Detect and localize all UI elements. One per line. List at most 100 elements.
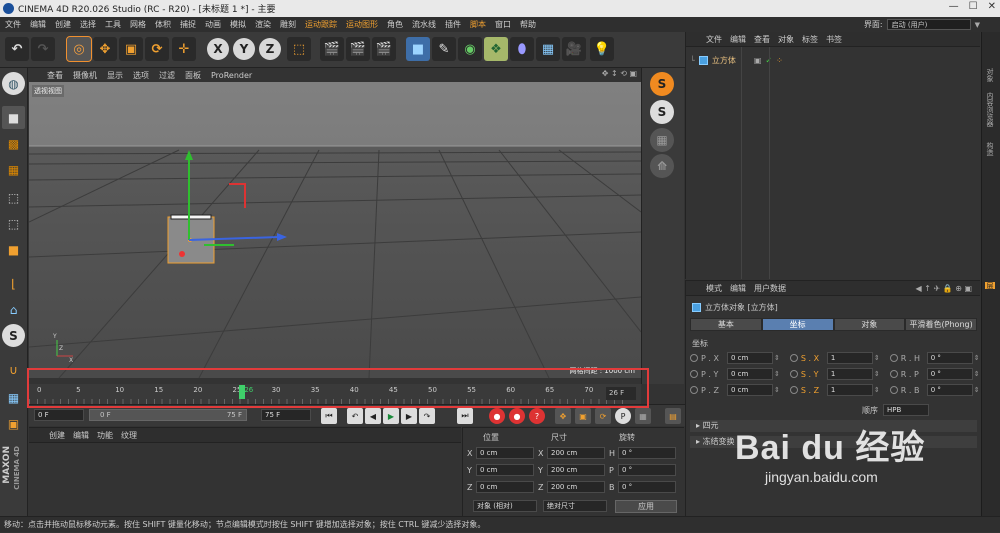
tab-structure[interactable]: 构造 [985,142,995,156]
menu-item[interactable]: 工具 [105,19,121,30]
attributes-menu-item[interactable]: 用户数据 [754,283,786,294]
render-picture-viewer-button[interactable]: 🎬 [346,37,370,61]
visibility-icon[interactable]: ▣ [754,56,762,65]
s-value-field[interactable]: 200 cm [547,464,605,476]
menu-item[interactable]: 运动图形 [346,19,378,30]
viewport-nav-icons[interactable]: ✥ ↕ ⟲ ▣ [602,69,637,78]
chevron-down-icon[interactable]: ▼ [975,21,980,29]
texture-mode-button[interactable]: ▩ [2,132,25,155]
s-value-field[interactable]: 200 cm [547,447,605,459]
menu-item[interactable]: 文件 [5,19,21,30]
stepper-arrows[interactable]: ⇕ [874,386,880,394]
menu-item[interactable]: 帮助 [520,19,536,30]
attributes-menu-item[interactable]: 编辑 [730,283,746,294]
keyframe-dot[interactable] [690,370,698,378]
keyframe-dot[interactable] [789,370,798,378]
viewport-menu-item[interactable]: 查看 [47,70,63,81]
stepper-arrows[interactable]: ⇕ [874,370,880,378]
camera-button[interactable]: 🎥 [562,37,586,61]
menu-item[interactable]: 体积 [155,19,171,30]
redo-button[interactable]: ↷ [31,37,55,61]
viewport-menu-item[interactable]: ProRender [211,71,252,80]
keyframe-dot[interactable] [889,354,898,362]
menu-item[interactable]: 网格 [130,19,146,30]
r-value-field[interactable]: 0 ° [926,368,973,380]
menu-item[interactable]: 渲染 [255,19,271,30]
tweak-mode-button[interactable]: ⌂ [2,298,25,321]
make-editable-button[interactable]: ◍ [2,72,25,95]
quantize-button[interactable]: ▦ [650,128,674,152]
p-value-field[interactable]: 0 cm [727,368,773,380]
keyframe-dot[interactable] [690,354,698,362]
goto-start-button[interactable]: ⏮ [321,408,337,424]
prev-key-button[interactable]: ↶ [347,408,363,424]
prev-frame-button[interactable]: ◀ [365,408,381,424]
menu-item[interactable]: 创建 [55,19,71,30]
tab-object[interactable]: 对象 [833,318,906,331]
tab-layers[interactable]: 层 [985,282,995,289]
menu-item[interactable]: 运动跟踪 [305,19,337,30]
menu-item[interactable]: 流水线 [412,19,436,30]
keyframe-dot[interactable] [789,354,798,362]
key-pla-button[interactable]: ▦ [635,408,651,424]
range-start[interactable]: 0 F [100,410,111,421]
viewport-menu-item[interactable]: 摄像机 [73,70,97,81]
s-value-field[interactable]: 1 [826,384,873,396]
keyframe-dot[interactable] [789,386,798,394]
p-value-field[interactable]: 0 cm [727,384,773,396]
p-value-field[interactable]: 0 cm [476,447,534,459]
workplane-button[interactable]: ▦ [2,158,25,181]
viewport-menu-item[interactable]: 面板 [185,70,201,81]
axis-mode-button[interactable]: ⌊ [2,272,25,295]
menu-item[interactable]: 模拟 [230,19,246,30]
tab-phong[interactable]: 平滑着色(Phong) [905,318,977,331]
objects-menu-item[interactable]: 对象 [778,34,794,45]
minimize-button[interactable]: — [949,1,959,12]
tab-content-browser[interactable]: 内容浏览器 [985,92,995,127]
stepper-arrows[interactable]: ⇕ [774,386,780,394]
points-mode-button[interactable]: ⬚ [2,186,25,209]
z-axis-button[interactable]: Z [259,38,281,60]
objects-menu-item[interactable]: 文件 [706,34,722,45]
menu-item[interactable]: 动画 [205,19,221,30]
objects-menu-item[interactable]: 查看 [754,34,770,45]
s-value-field[interactable]: 1 [826,352,873,364]
x-axis-button[interactable]: X [207,38,229,60]
s-value-field[interactable]: 200 cm [547,481,605,493]
stepper-arrows[interactable]: ⇕ [774,370,780,378]
close-button[interactable]: ✕ [988,1,996,12]
menu-item[interactable]: 脚本 [470,19,486,30]
undo-button[interactable]: ↶ [5,37,29,61]
autokey-button[interactable]: ● [509,408,525,424]
material-menu-item[interactable]: 功能 [97,430,113,441]
material-menu-item[interactable]: 编辑 [73,430,89,441]
play-button[interactable]: ▶ [383,408,399,424]
transform-button[interactable]: ✛ [172,37,196,61]
keyframe-selection-button[interactable]: ? [529,408,545,424]
stepper-arrows[interactable]: ⇕ [974,386,980,394]
next-frame-button[interactable]: ▶ [401,408,417,424]
polygons-mode-button[interactable]: ■ [2,238,25,261]
start-frame-field[interactable]: 0 F [34,409,84,421]
p-value-field[interactable]: 0 cm [476,481,534,493]
menu-item[interactable]: 角色 [387,19,403,30]
coord-mode-dropdown[interactable]: 对象 (相对) [473,500,537,512]
viewport-menu-item[interactable]: 过滤 [159,70,175,81]
r-value-field[interactable]: 0 ° [618,464,676,476]
objects-menu-item[interactable]: 书签 [826,34,842,45]
light-button[interactable]: 💡 [590,37,614,61]
edges-mode-button[interactable]: ⬚ [2,212,25,235]
deformer-button[interactable]: ⬮ [510,37,534,61]
tab-objects[interactable]: 对象 [985,68,995,82]
timeline-window-button[interactable]: ▤ [665,408,681,424]
viewport-menu-item[interactable]: 选项 [133,70,149,81]
next-key-button[interactable]: ↷ [419,408,435,424]
pen-button[interactable]: ✎ [432,37,456,61]
object-name[interactable]: 立方体 [712,55,736,66]
perspective-viewport[interactable]: Y X Z 透视视图 网格间距 : 1000 cm [29,82,641,378]
cube-button[interactable]: ■ [406,37,430,61]
p-value-field[interactable]: 0 cm [727,352,773,364]
record-button[interactable]: ● [489,408,505,424]
key-param-button[interactable]: P [615,408,631,424]
maximize-button[interactable]: ☐ [969,1,978,12]
